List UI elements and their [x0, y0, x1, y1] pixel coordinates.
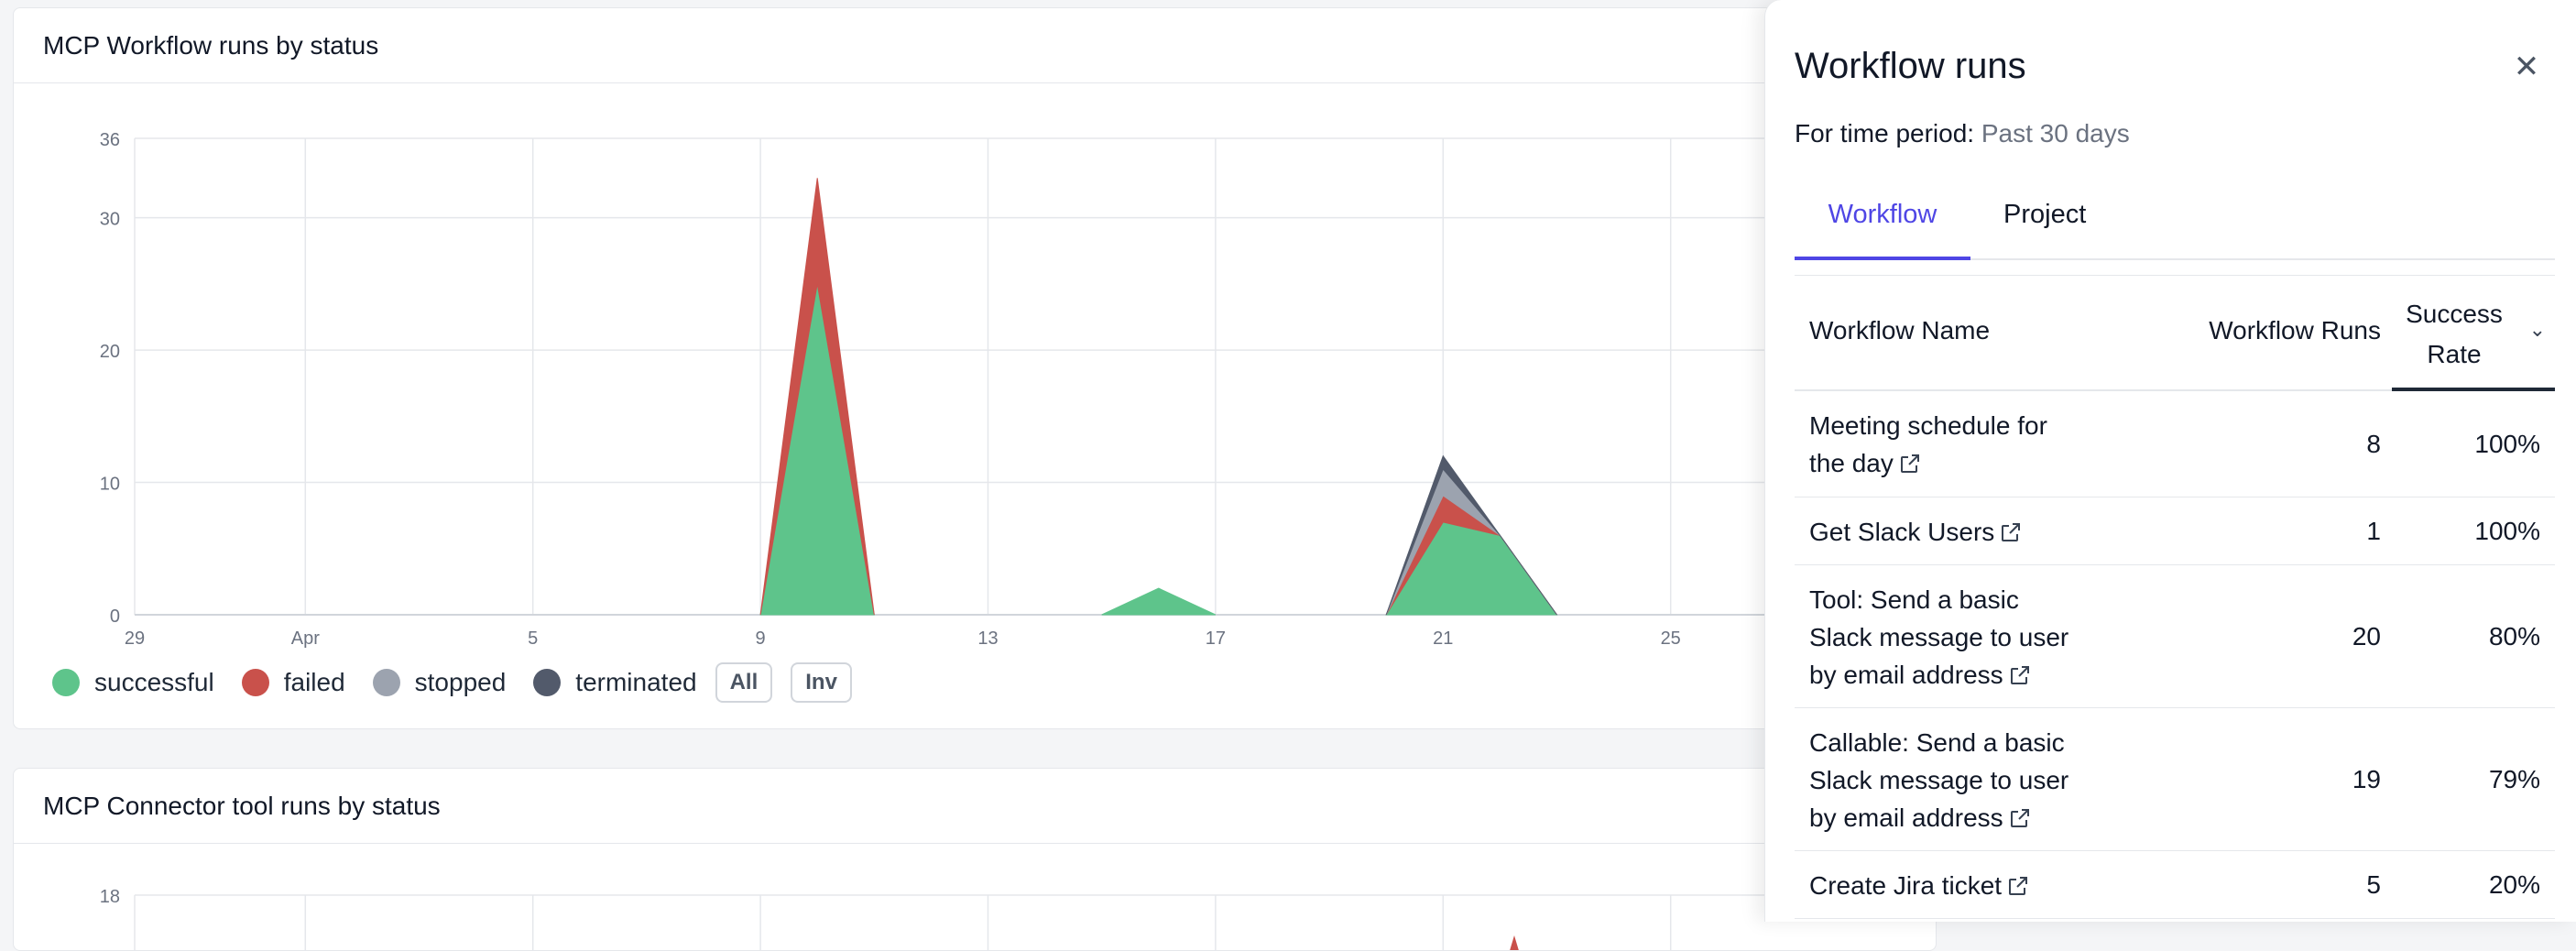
workflow-runs-drawer: Workflow runs ✕ For time period: Past 30…	[1764, 0, 2576, 922]
time-period-label: For time period:	[1795, 119, 1975, 148]
workflow-name-cell[interactable]: Tool: Send a basic Slack message to user…	[1809, 581, 2084, 694]
column-header-workflow-runs[interactable]: Workflow Runs	[2209, 316, 2381, 345]
table-row[interactable]: Tool: Send a basic Slack message to user…	[1795, 565, 2555, 708]
workflow-runs-chart: 0 10 20 30 36 29 Apr 5 9 13 17 21 25	[100, 130, 1936, 649]
workflow-runs-cell: 1	[2366, 517, 2381, 545]
table-header: Workflow Name Workflow Runs Success Rate…	[1795, 276, 2555, 391]
y-tick-label: 36	[100, 130, 120, 150]
legend-item-terminated[interactable]: terminated	[533, 668, 697, 697]
drawer-tabs: Workflow Project	[1795, 183, 2555, 260]
x-tick-label: 29	[125, 629, 145, 649]
external-link-icon[interactable]	[2009, 659, 2031, 684]
y-tick-label: 18	[100, 887, 120, 907]
success-rate-cell: 20%	[2488, 870, 2540, 899]
connector-tool-runs-chart: 18	[100, 887, 1936, 951]
workflow-runs-table: Workflow Name Workflow Runs Success Rate…	[1795, 275, 2555, 919]
chevron-down-icon: ⌄	[2528, 318, 2546, 341]
legend-dot-failed-icon	[241, 669, 269, 696]
connector-tool-runs-chart-card: MCP Connector tool runs by status 18	[13, 768, 1937, 951]
x-tick-label: 9	[756, 629, 766, 649]
table-row[interactable]: Get Slack Users 1 100%	[1795, 497, 2555, 565]
success-rate-cell: 100%	[2474, 517, 2540, 545]
legend-dot-terminated-icon	[533, 669, 562, 696]
x-tick-label: 25	[1661, 629, 1681, 649]
workflow-runs-cell: 8	[2366, 430, 2381, 458]
legend-dot-successful-icon	[52, 669, 80, 696]
y-tick-label: 30	[100, 210, 120, 230]
area-successful[interactable]	[1101, 587, 1217, 616]
close-icon[interactable]: ✕	[2511, 51, 2542, 82]
legend-label: stopped	[414, 668, 507, 696]
workflow-name-cell[interactable]: Meeting schedule for the day	[1809, 407, 2084, 482]
table-row[interactable]: Callable: Send a basic Slack message to …	[1795, 708, 2555, 851]
legend-label: terminated	[575, 668, 697, 696]
external-link-icon[interactable]	[1899, 447, 1921, 473]
workflow-runs-cell: 5	[2366, 870, 2381, 899]
external-link-icon[interactable]	[2000, 516, 2022, 541]
time-period-value: Past 30 days	[1981, 119, 2130, 148]
workflow-runs-chart-card: MCP Workflow runs by status 0 10 20 30 36 29 A…	[13, 7, 1937, 729]
table-row[interactable]: Create Jira ticket 5 20%	[1795, 851, 2555, 919]
external-link-icon[interactable]	[2007, 869, 2029, 895]
legend-item-failed[interactable]: failed	[241, 668, 345, 697]
table-row[interactable]: Meeting schedule for the day 8 100%	[1795, 391, 2555, 497]
workflow-name[interactable]: Create Jira ticket	[1809, 871, 2002, 900]
success-rate-cell: 79%	[2488, 765, 2540, 793]
x-tick-label: 13	[977, 629, 998, 649]
x-tick-label: Apr	[291, 629, 320, 649]
legend-all-button[interactable]: All	[715, 662, 773, 703]
workflow-runs-cell: 20	[2352, 622, 2381, 650]
workflow-name-cell[interactable]: Get Slack Users	[1809, 513, 2084, 551]
chart-legend: successful failed stopped terminated All…	[52, 662, 852, 703]
chart-title: MCP Workflow runs by status	[14, 8, 1936, 83]
success-rate-cell: 80%	[2488, 622, 2540, 650]
success-rate-label: Success Rate	[2406, 300, 2503, 368]
workflow-name-cell[interactable]: Create Jira ticket	[1809, 867, 2084, 904]
legend-invert-button[interactable]: Inv	[791, 662, 852, 703]
area-failed[interactable]	[1509, 935, 1520, 951]
x-tick-label: 17	[1206, 629, 1226, 649]
area-successful[interactable]	[759, 283, 875, 616]
y-tick-label: 20	[100, 342, 120, 362]
workflow-name[interactable]: Get Slack Users	[1809, 518, 1994, 546]
workflow-runs-cell: 19	[2352, 765, 2381, 793]
x-tick-label: 21	[1433, 629, 1453, 649]
y-tick-label: 0	[110, 607, 120, 627]
y-tick-label: 10	[100, 475, 120, 495]
x-tick-label: 5	[528, 629, 538, 649]
chart-title: MCP Connector tool runs by status	[14, 769, 1936, 844]
workflow-name[interactable]: Meeting schedule for the day	[1809, 411, 2047, 477]
success-rate-cell: 100%	[2474, 430, 2540, 458]
external-link-icon[interactable]	[2009, 802, 2031, 827]
legend-label: failed	[283, 668, 345, 696]
legend-dot-stopped-icon	[372, 669, 400, 696]
time-period: For time period: Past 30 days	[1795, 119, 2130, 148]
workflow-name-cell[interactable]: Callable: Send a basic Slack message to …	[1809, 724, 2084, 836]
legend-item-successful[interactable]: successful	[52, 668, 214, 697]
legend-item-stopped[interactable]: stopped	[372, 668, 507, 697]
column-header-workflow-name[interactable]: Workflow Name	[1809, 316, 1990, 345]
column-header-success-rate[interactable]: Success Rate ⌄	[2392, 276, 2555, 391]
legend-label: successful	[94, 668, 214, 696]
tab-project[interactable]: Project	[2003, 183, 2086, 260]
tab-workflow[interactable]: Workflow	[1795, 183, 1970, 260]
drawer-title: Workflow runs	[1795, 46, 2026, 86]
